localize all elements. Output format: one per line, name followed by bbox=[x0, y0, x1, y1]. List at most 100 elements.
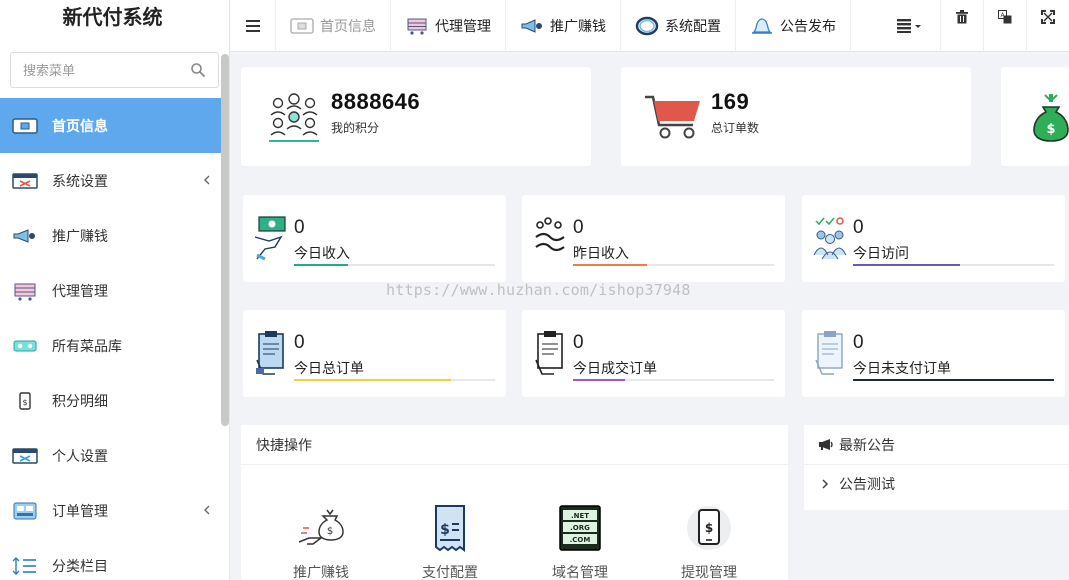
megaphone-icon bbox=[12, 226, 38, 246]
today-completed-orders-label: 今日成交订单 bbox=[573, 360, 657, 376]
today-total-orders-label: 今日总订单 bbox=[294, 360, 364, 376]
total-orders-value: 169 bbox=[711, 89, 750, 114]
people-network-icon bbox=[269, 93, 319, 142]
sidebar-toggle-button[interactable] bbox=[230, 0, 276, 52]
dish-library-icon bbox=[12, 336, 38, 356]
sidebar-scrollbar[interactable] bbox=[221, 54, 229, 426]
top-navbar: 首页信息 代理管理 推广赚钱 系统配置 公告发布 A bbox=[230, 0, 1069, 52]
yesterday-income-value: 0 bbox=[573, 217, 584, 238]
dashboard-icon bbox=[12, 116, 38, 136]
system-settings-icon bbox=[12, 171, 38, 191]
sidebar-item-home[interactable]: 首页信息 bbox=[0, 98, 229, 153]
today-income-card: 0 今日收入 bbox=[243, 195, 506, 282]
svg-text:.ORG: .ORG bbox=[570, 524, 590, 532]
sidebar: 新代付系统 首页信息 系统设置 推广赚钱 代理管理 所有菜品库 $ 积分明细 bbox=[0, 0, 230, 580]
progress-fill bbox=[573, 264, 648, 266]
quick-op-payment-config[interactable]: $ 支付配置 bbox=[405, 504, 495, 580]
sidebar-item-points-detail[interactable]: $ 积分明细 bbox=[0, 373, 229, 428]
progress-track bbox=[573, 379, 774, 381]
chevron-right-icon bbox=[822, 479, 829, 489]
tab-label: 推广赚钱 bbox=[550, 17, 606, 34]
receipt-icon: $ bbox=[435, 505, 465, 552]
tab-promote[interactable]: 推广赚钱 bbox=[506, 0, 621, 52]
sidebar-item-label: 首页信息 bbox=[52, 117, 108, 134]
sidebar-item-category[interactable]: 分类栏目 bbox=[0, 538, 229, 580]
progress-track bbox=[294, 264, 495, 266]
total-orders-card: 169 总订单数 bbox=[621, 67, 971, 166]
progress-fill bbox=[294, 264, 349, 266]
sidebar-item-order-management[interactable]: 订单管理 bbox=[0, 483, 229, 538]
search-input[interactable] bbox=[11, 53, 218, 87]
svg-text:$: $ bbox=[22, 398, 27, 407]
today-visits-card: 0 今日访问 bbox=[802, 195, 1065, 282]
sidebar-item-label: 订单管理 bbox=[52, 502, 108, 519]
progress-fill bbox=[853, 379, 1054, 381]
quick-op-withdraw[interactable]: $ 提现管理 bbox=[664, 504, 754, 580]
progress-track bbox=[853, 264, 1054, 266]
today-visits-label: 今日访问 bbox=[853, 245, 909, 261]
list-menu-button[interactable] bbox=[880, 0, 940, 52]
svg-text:$: $ bbox=[327, 526, 333, 537]
brand-title: 新代付系统 bbox=[62, 7, 163, 29]
sidebar-item-label: 分类栏目 bbox=[52, 557, 108, 574]
today-income-value: 0 bbox=[294, 217, 305, 238]
translate-button[interactable]: A bbox=[983, 0, 1026, 52]
yesterday-income-label: 昨日收入 bbox=[573, 245, 629, 261]
sidebar-item-promote[interactable]: 推广赚钱 bbox=[0, 208, 229, 263]
today-completed-orders-card: 0 今日成交订单 bbox=[522, 310, 785, 397]
today-unpaid-orders-label: 今日未支付订单 bbox=[853, 360, 951, 376]
tab-home[interactable]: 首页信息 bbox=[276, 0, 391, 52]
progress-fill bbox=[573, 379, 626, 381]
search-icon[interactable] bbox=[190, 62, 206, 78]
tab-system-config[interactable]: 系统配置 bbox=[621, 0, 736, 52]
quick-op-label: 提现管理 bbox=[681, 564, 737, 580]
sidebar-item-dish-library[interactable]: 所有菜品库 bbox=[0, 318, 229, 373]
tab-label: 公告发布 bbox=[780, 17, 836, 34]
order-clipboard-icon bbox=[815, 331, 843, 375]
tab-agent[interactable]: 代理管理 bbox=[391, 0, 506, 52]
sidebar-item-label: 系统设置 bbox=[52, 172, 108, 189]
progress-fill bbox=[853, 264, 960, 266]
sidebar-item-agent[interactable]: 代理管理 bbox=[0, 263, 229, 318]
fullscreen-button[interactable] bbox=[1026, 0, 1069, 52]
tab-announcement[interactable]: 公告发布 bbox=[736, 0, 851, 52]
progress-track bbox=[294, 379, 495, 381]
today-unpaid-orders-value: 0 bbox=[853, 332, 864, 353]
notice-item-label: 公告测试 bbox=[839, 476, 895, 492]
progress-track bbox=[573, 264, 774, 266]
progress-track bbox=[853, 379, 1054, 381]
quick-ops-title: 快捷操作 bbox=[241, 425, 788, 465]
quick-op-label: 推广赚钱 bbox=[293, 564, 349, 580]
quick-op-promote[interactable]: $ 推广赚钱 bbox=[276, 504, 366, 580]
sidebar-item-label: 代理管理 bbox=[52, 282, 108, 299]
quick-op-domain[interactable]: .NET .ORG .COM 域名管理 bbox=[535, 504, 625, 580]
balance-card: $ bbox=[1001, 67, 1069, 166]
sidebar-item-label: 推广赚钱 bbox=[52, 227, 108, 244]
chevron-left-icon bbox=[204, 505, 210, 515]
today-unpaid-orders-card: 0 今日未支付订单 bbox=[802, 310, 1065, 397]
domain-icon: .NET .ORG .COM bbox=[559, 505, 601, 551]
progress-fill bbox=[294, 379, 451, 381]
bullhorn-icon bbox=[819, 439, 833, 450]
top-right-tools: A bbox=[880, 0, 1069, 52]
svg-text:$: $ bbox=[440, 522, 450, 538]
agent-cart-icon bbox=[12, 281, 38, 301]
money-hand-icon: $ bbox=[298, 509, 344, 545]
sidebar-item-system-settings[interactable]: 系统设置 bbox=[0, 153, 229, 208]
clear-cache-button[interactable] bbox=[940, 0, 983, 52]
notice-panel: 最新公告 公告测试 bbox=[804, 425, 1069, 510]
sidebar-item-label: 积分明细 bbox=[52, 392, 108, 409]
ring-icon bbox=[635, 15, 659, 37]
chevron-left-icon bbox=[204, 175, 210, 185]
points-detail-icon: $ bbox=[12, 391, 38, 411]
notice-header: 最新公告 bbox=[804, 425, 1069, 465]
sidebar-menu: 首页信息 系统设置 推广赚钱 代理管理 所有菜品库 $ 积分明细 个人设置 订单… bbox=[0, 98, 229, 580]
notice-item[interactable]: 公告测试 bbox=[804, 465, 1069, 503]
order-clipboard-icon bbox=[256, 331, 284, 375]
handshake-icon bbox=[535, 217, 565, 252]
personal-settings-icon bbox=[12, 446, 38, 466]
order-management-icon bbox=[12, 501, 38, 521]
sidebar-item-personal-settings[interactable]: 个人设置 bbox=[0, 428, 229, 483]
today-visits-value: 0 bbox=[853, 217, 864, 238]
svg-text:$: $ bbox=[705, 521, 713, 535]
